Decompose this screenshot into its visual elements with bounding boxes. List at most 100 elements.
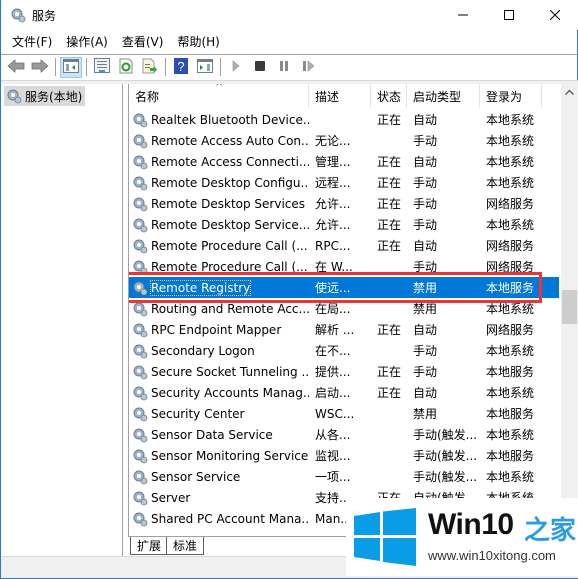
- back-arrow-icon: [7, 58, 25, 76]
- toolbar-separator: [55, 58, 56, 76]
- tab-standard-label: 标准: [173, 539, 198, 553]
- back-button[interactable]: [5, 57, 27, 78]
- pause-service-button[interactable]: [273, 57, 295, 78]
- column-header-name[interactable]: 名称 ^: [129, 84, 309, 108]
- show-action-pane-button[interactable]: [194, 57, 216, 78]
- scrollbar-thumb[interactable]: [562, 290, 577, 324]
- close-icon: [550, 10, 560, 20]
- service-status: 正在: [377, 323, 402, 337]
- service-name-cell: Remote Desktop Services: [129, 196, 309, 212]
- service-description: 无论...: [315, 134, 351, 148]
- service-row[interactable]: Secondary Logon 在不... 手动 本地系统: [129, 340, 559, 361]
- service-name: Security Accounts Manag...: [151, 385, 309, 400]
- service-name: Sensor Data Service: [151, 427, 273, 442]
- service-log-on-as: 网络服务: [486, 197, 535, 211]
- scroll-up-button[interactable]: [561, 84, 578, 101]
- service-description: 管理...: [315, 155, 351, 169]
- column-header-status-label: 状态: [377, 90, 402, 104]
- tab-extended[interactable]: 扩展: [130, 537, 169, 555]
- service-name: Remote Access Auto Con...: [151, 133, 309, 148]
- service-name: Server: [151, 490, 191, 505]
- service-row[interactable]: Sensor Data Service 从各... 手动(触发... 本地系统: [129, 424, 559, 445]
- service-row[interactable]: Security Accounts Manag... 启动... 正在 自动 本地系统: [129, 382, 559, 403]
- services-gear-icon: [10, 7, 26, 23]
- help-icon: ?: [174, 57, 188, 77]
- service-startup-type: 自动: [413, 239, 438, 253]
- menu-help[interactable]: 帮助(H): [170, 32, 226, 52]
- column-header-log-on-as[interactable]: 登录为: [480, 84, 542, 108]
- service-row[interactable]: Secure Socket Tunneling ... 提供... 正在 手动 本地服务: [129, 361, 559, 382]
- properties-icon: [94, 58, 110, 76]
- service-startup-type: 手动(触发...: [413, 470, 478, 484]
- service-row[interactable]: Remote Procedure Call (... RPC... 正在 自动 网络服务: [129, 235, 559, 256]
- properties-button[interactable]: [91, 57, 113, 78]
- service-log-on-as: 网络服务: [486, 260, 535, 274]
- export-list-button[interactable]: [139, 57, 161, 78]
- column-header-status[interactable]: 状态: [371, 84, 407, 108]
- resume-service-button[interactable]: [297, 57, 319, 78]
- minimize-button[interactable]: [440, 0, 486, 30]
- service-row[interactable]: Sensor Monitoring Service 监视... 手动(触发... 本地…: [129, 445, 559, 466]
- toolbar-separator: [165, 58, 166, 76]
- column-header-startup-type[interactable]: 启动类型: [407, 84, 480, 108]
- service-row[interactable]: Realtek Bluetooth Device... 正在 自动 本地系统: [129, 109, 559, 130]
- service-row[interactable]: Routing and Remote Acc... 在局... 禁用 本地系统: [129, 298, 559, 319]
- close-button[interactable]: [532, 0, 578, 30]
- service-name-cell: Remote Registry: [129, 279, 309, 296]
- service-gear-icon: [132, 133, 148, 149]
- service-name: Remote Desktop Configu...: [151, 175, 309, 190]
- tab-standard[interactable]: 标准: [166, 537, 205, 555]
- show-hide-console-tree-button[interactable]: [60, 56, 82, 78]
- maximize-icon: [504, 10, 514, 20]
- stop-service-button[interactable]: [249, 57, 271, 78]
- menu-action[interactable]: 操作(A): [59, 32, 115, 52]
- tree-item-services-local[interactable]: 服务(本地): [4, 86, 86, 106]
- column-header-name-label: 名称: [135, 90, 160, 104]
- service-name-cell: Security Center: [129, 406, 309, 422]
- service-gear-icon: [132, 301, 148, 317]
- service-row[interactable]: Remote Access Auto Con... 无论... 手动 本地系统: [129, 130, 559, 151]
- service-row[interactable]: Remote Desktop Service... 允许... 正在 手动 本地系统: [129, 214, 559, 235]
- service-description: 解析 ...: [315, 323, 355, 337]
- start-service-button[interactable]: [225, 57, 247, 78]
- service-description: 使远...: [315, 281, 351, 295]
- service-log-on-as: 网络服务: [486, 323, 535, 337]
- start-service-icon: [231, 59, 241, 75]
- service-name-cell: Remote Desktop Configu...: [129, 175, 309, 191]
- title-bar: 服务: [1, 0, 578, 30]
- vertical-scrollbar[interactable]: [561, 84, 578, 536]
- stop-service-icon: [254, 60, 266, 75]
- service-gear-icon: [132, 448, 148, 464]
- service-name: Sensor Monitoring Service: [151, 448, 309, 463]
- menu-file[interactable]: 文件(F): [5, 32, 59, 52]
- service-row[interactable]: RPC Endpoint Mapper 解析 ... 正在 自动 网络服务: [129, 319, 559, 340]
- service-gear-icon: [132, 490, 148, 506]
- service-row[interactable]: Remote Desktop Configu... 远程... 正在 手动 本地系统: [129, 172, 559, 193]
- service-gear-icon: [132, 406, 148, 422]
- service-row[interactable]: Remote Desktop Services 允许... 正在 手动 网络服务: [129, 193, 559, 214]
- service-gear-icon: [132, 259, 148, 275]
- service-name-cell: Secondary Logon: [129, 343, 309, 359]
- service-log-on-as: 本地系统: [486, 386, 535, 400]
- service-description: 提供...: [315, 365, 351, 379]
- service-row[interactable]: Remote Access Connecti... 管理... 正在 自动 本地系统: [129, 151, 559, 172]
- service-row[interactable]: Remote Registry 使远... 禁用 本地服务: [129, 272, 559, 303]
- service-row[interactable]: Security Center WSC... 禁用 本地服务: [129, 403, 559, 424]
- service-row[interactable]: Sensor Service 一项... 手动(触发... 本地系统: [129, 466, 559, 487]
- service-gear-icon: [132, 364, 148, 380]
- service-startup-type: 自动: [413, 155, 438, 169]
- service-status: 正在: [377, 365, 402, 379]
- help-button[interactable]: ?: [170, 57, 192, 78]
- service-startup-type: 手动: [413, 260, 438, 274]
- column-header-description[interactable]: 描述: [309, 84, 371, 108]
- forward-button[interactable]: [29, 57, 51, 78]
- column-header-log-on-as-label: 登录为: [486, 90, 523, 104]
- service-row[interactable]: Remote Procedure Call (... 在 W... 手动 网络服务: [129, 256, 559, 277]
- tree-item-label: 服务(本地): [25, 89, 83, 104]
- menu-view[interactable]: 查看(V): [115, 32, 171, 52]
- refresh-button[interactable]: [115, 57, 137, 78]
- maximize-button[interactable]: [486, 0, 532, 30]
- service-name: Realtek Bluetooth Device...: [151, 112, 309, 127]
- service-name: Secondary Logon: [151, 343, 255, 358]
- console-tree: 服务(本地): [1, 84, 123, 558]
